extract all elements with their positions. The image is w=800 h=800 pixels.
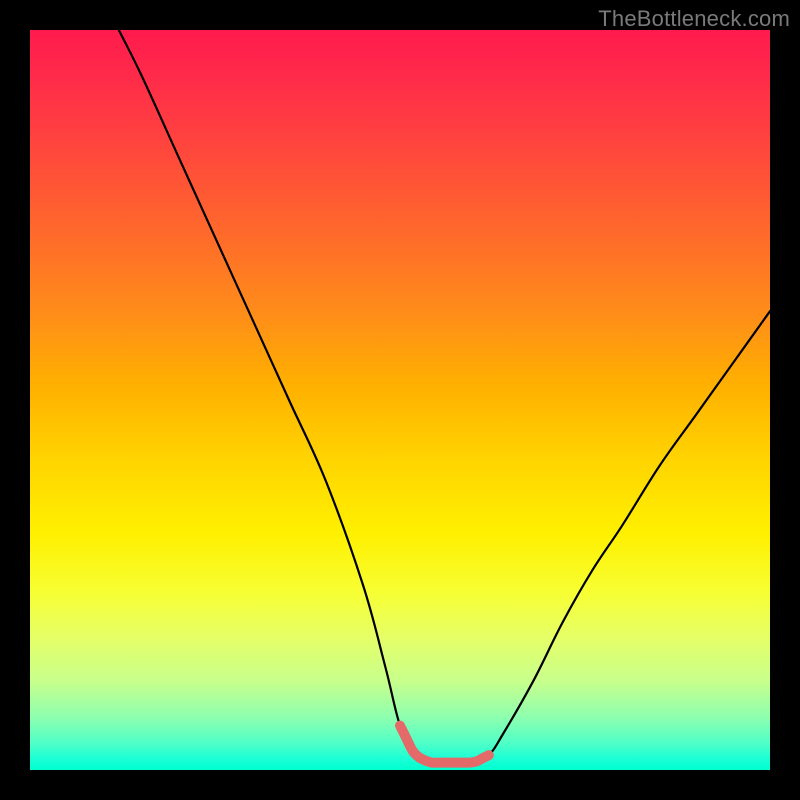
flat-segment-highlight <box>400 726 489 763</box>
curve-svg <box>30 30 770 770</box>
main-curve-path <box>119 30 770 763</box>
chart-frame: TheBottleneck.com <box>0 0 800 800</box>
watermark-text: TheBottleneck.com <box>598 6 790 32</box>
plot-area <box>30 30 770 770</box>
